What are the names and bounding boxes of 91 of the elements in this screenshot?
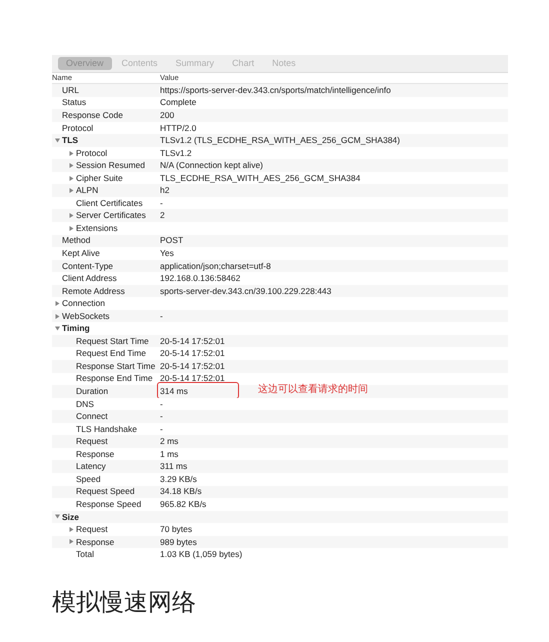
property-name: Status	[62, 96, 86, 110]
property-value: 314 ms	[160, 385, 188, 398]
property-name: Duration	[76, 385, 108, 398]
property-name: Protocol	[76, 146, 108, 160]
property-name: Remote Address	[62, 284, 125, 298]
property-name: WebSockets	[62, 310, 110, 322]
expand-arrow-icon[interactable]	[68, 176, 74, 181]
property-value: -	[160, 410, 163, 423]
expand-arrow-icon[interactable]	[68, 539, 74, 544]
property-name: Kept Alive	[62, 247, 100, 260]
property-value: sports-server-dev.343.cn/39.100.229.228:443	[160, 284, 332, 298]
property-value: 2 ms	[160, 435, 178, 448]
annotation-text: 这边可以查看请求的时间	[258, 382, 368, 398]
property-value: 20-5-14 17:52:01	[160, 334, 225, 348]
property-value: 34.18 KB/s	[160, 485, 202, 498]
collapse-arrow-icon[interactable]	[54, 514, 60, 520]
tab[interactable]: Contents	[114, 57, 166, 70]
expand-arrow-icon[interactable]	[54, 314, 60, 319]
tab[interactable]: Notes	[264, 57, 304, 70]
property-name: Client Certificates	[76, 196, 143, 210]
property-name: Response	[76, 536, 114, 548]
tab[interactable]: Chart	[224, 57, 262, 70]
property-name: Total	[76, 548, 94, 561]
property-value: 200	[160, 109, 174, 122]
property-name: Response Start Time	[76, 360, 156, 373]
expand-arrow-icon[interactable]	[68, 163, 74, 168]
property-value: 2	[160, 209, 165, 222]
property-name: Connect	[76, 410, 108, 423]
property-value: 1.03 KB (1,059 bytes)	[160, 548, 242, 561]
property-value: HTTP/2.0	[160, 122, 196, 134]
property-value: https://sports-server-dev.343.cn/sports/match/intelligence/info	[160, 84, 391, 97]
property-value: Yes	[160, 247, 174, 260]
expand-arrow-icon[interactable]	[68, 188, 74, 194]
property-value: -	[160, 310, 163, 322]
tab[interactable]: Summary	[168, 57, 222, 70]
property-name: Connection	[62, 297, 106, 310]
property-name: Size	[62, 510, 80, 524]
property-name: ALPN	[76, 184, 98, 198]
property-name: Request	[76, 435, 108, 448]
property-name: Protocol	[62, 122, 94, 134]
expand-arrow-icon[interactable]	[68, 213, 74, 218]
property-name: Content-Type	[62, 260, 114, 272]
property-value: POST	[160, 234, 184, 248]
section-heading: 模拟慢速网络	[52, 588, 197, 618]
property-name: Client Address	[62, 272, 117, 285]
property-value: application/json;charset=utf-8	[160, 260, 271, 272]
property-value: 192.168.0.136:58462	[160, 272, 240, 285]
collapse-arrow-icon[interactable]	[54, 326, 60, 332]
property-value: -	[160, 398, 163, 410]
property-name: Cipher Suite	[76, 172, 123, 184]
property-name: Request Start Time	[76, 334, 149, 348]
property-value: 1 ms	[160, 448, 178, 461]
property-name: DNS	[76, 398, 94, 410]
property-name: Timing	[62, 322, 90, 336]
property-name: Method	[62, 234, 90, 248]
property-name: Server Certificates	[76, 209, 146, 222]
property-value: 965.82 KB/s	[160, 498, 206, 511]
property-name: Session Resumed	[76, 159, 145, 172]
property-name: Response Speed	[76, 498, 142, 511]
property-value: 20-5-14 17:52:01	[160, 360, 225, 373]
property-value: Complete	[160, 96, 196, 110]
property-name: Request End Time	[76, 347, 146, 360]
property-name: Request Speed	[76, 485, 135, 498]
property-name: URL	[62, 84, 80, 97]
property-name: Request	[76, 523, 108, 536]
property-value: 70 bytes	[160, 523, 192, 536]
property-value: 20-5-14 17:52:01	[160, 347, 225, 360]
expand-arrow-icon[interactable]	[54, 301, 60, 306]
property-value: TLSv1.2	[160, 146, 192, 160]
property-value: -	[160, 422, 163, 436]
property-value: TLS_ECDHE_RSA_WITH_AES_256_GCM_SHA384	[160, 172, 360, 184]
expand-arrow-icon[interactable]	[68, 226, 74, 231]
property-value: -	[160, 196, 163, 210]
property-name: Extensions	[76, 222, 118, 235]
property-name: TLS	[62, 134, 78, 147]
property-value: TLSv1.2 (TLS_ECDHE_RSA_WITH_AES_256_GCM_SHA384)	[160, 134, 400, 147]
property-value: h2	[160, 184, 170, 198]
property-name: Latency	[76, 460, 106, 474]
property-name: TLS Handshake	[76, 422, 137, 436]
property-value: 311 ms	[160, 460, 188, 474]
property-name: Response	[76, 448, 114, 461]
property-value: 3.29 KB/s	[160, 472, 197, 486]
property-value: N/A (Connection kept alive)	[160, 159, 263, 172]
expand-arrow-icon[interactable]	[68, 150, 74, 156]
property-name: Response End Time	[76, 372, 153, 386]
expand-arrow-icon[interactable]	[68, 526, 74, 532]
property-name: Speed	[76, 472, 101, 486]
property-name: Response Code	[62, 109, 123, 122]
property-value: 20-5-14 17:52:01	[160, 372, 225, 386]
collapse-arrow-icon[interactable]	[54, 138, 60, 143]
property-value: 989 bytes	[160, 536, 197, 548]
